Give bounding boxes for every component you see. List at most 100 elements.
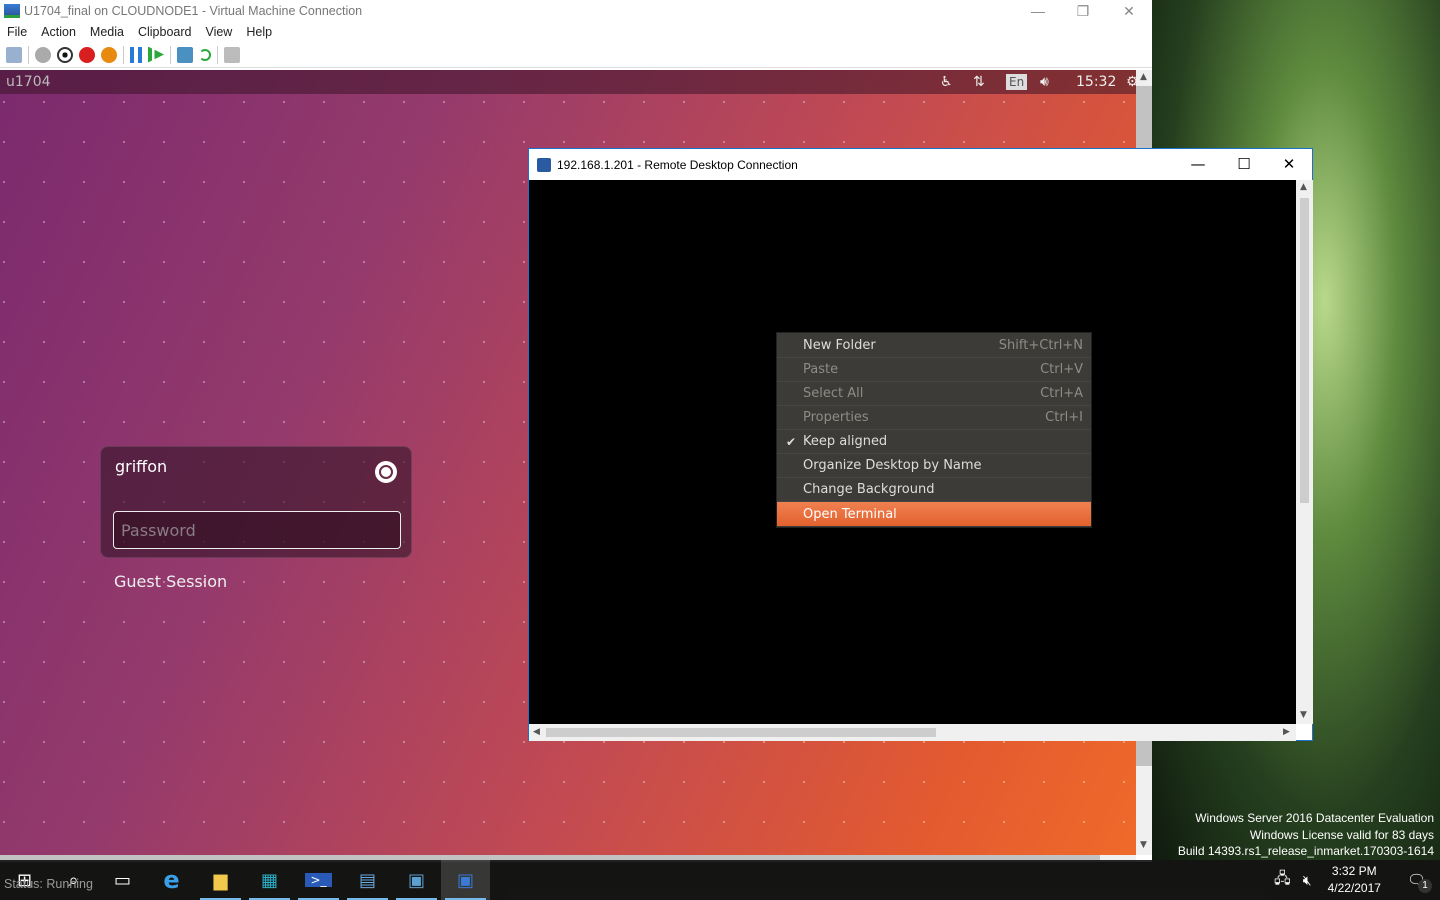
- remote-desktop-screen[interactable]: New Folder Shift+Ctrl+N Paste Ctrl+V Select …: [529, 180, 1296, 724]
- menu-view[interactable]: View: [198, 25, 239, 39]
- keyboard-layout[interactable]: En: [1006, 70, 1028, 94]
- keyboard-layout-label: En: [1006, 74, 1028, 90]
- power-gear-icon[interactable]: ⚙: [1126, 70, 1136, 94]
- context-menu-item[interactable]: Organize Desktop by Name: [777, 454, 1091, 478]
- minimize-button[interactable]: —: [1015, 0, 1061, 22]
- menu-media[interactable]: Media: [83, 25, 131, 39]
- vm-window-title: U1704_final on CLOUDNODE1 - Virtual Mach…: [24, 4, 363, 18]
- rdp-vertical-scrollbar[interactable]: ▲ ▼: [1296, 180, 1313, 724]
- vm-menu-bar: File Action Media Clipboard View Help: [0, 22, 1152, 42]
- divider: [123, 45, 124, 64]
- divider: [28, 45, 29, 64]
- start-icon[interactable]: [35, 46, 51, 63]
- revert-icon[interactable]: [199, 48, 211, 61]
- scrollbar-thumb[interactable]: [546, 728, 936, 737]
- internet-explorer-icon[interactable]: e: [147, 860, 196, 900]
- hostname: u1704: [6, 74, 51, 90]
- rdp-app-icon: [537, 157, 551, 172]
- menu-item-shortcut: Shift+Ctrl+N: [998, 338, 1083, 353]
- menu-item-label: Organize Desktop by Name: [803, 458, 982, 473]
- file-explorer-icon[interactable]: ▆: [196, 860, 245, 900]
- session-ubuntu-icon[interactable]: [375, 461, 397, 483]
- menu-action[interactable]: Action: [34, 25, 83, 39]
- menu-item-shortcut: Ctrl+I: [1045, 410, 1083, 425]
- server-manager-icon[interactable]: ▦: [245, 860, 294, 900]
- vm-connection-icon[interactable]: ▣: [392, 860, 441, 900]
- watermark-build: Build 14393.rs1_release_inmarket.170303-…: [1177, 844, 1434, 858]
- scroll-left-icon[interactable]: ◀: [533, 727, 540, 737]
- context-menu-item[interactable]: Paste Ctrl+V: [777, 358, 1091, 382]
- network-icon[interactable]: ⇅: [973, 70, 985, 94]
- notifications-icon[interactable]: 🗨︎ 1: [1393, 871, 1440, 893]
- menu-item-label: Paste: [803, 362, 839, 377]
- rdp-minimize-button[interactable]: —: [1175, 149, 1221, 180]
- context-menu-item[interactable]: Change Background: [777, 478, 1091, 502]
- menu-file[interactable]: File: [0, 25, 34, 39]
- scroll-up-icon[interactable]: ▲: [1300, 182, 1307, 192]
- start-button[interactable]: ⊞: [0, 860, 49, 900]
- menu-item-label: Change Background: [803, 482, 935, 497]
- password-input[interactable]: [113, 511, 401, 549]
- network-icon[interactable]: 🖧: [1266, 868, 1299, 893]
- powershell-icon[interactable]: >_: [294, 860, 343, 900]
- panel-clock[interactable]: 15:32: [1076, 70, 1116, 94]
- volume-icon[interactable]: 🔊︎: [1040, 70, 1049, 94]
- hyperv-manager-icon[interactable]: ▤: [343, 860, 392, 900]
- context-menu-item[interactable]: New Folder Shift+Ctrl+N: [777, 334, 1091, 358]
- rdp-close-button[interactable]: ✕: [1266, 149, 1312, 180]
- login-card: griffon: [100, 446, 412, 558]
- remote-desktop-window: 192.168.1.201 - Remote Desktop Connectio…: [528, 148, 1313, 741]
- taskbar-clock[interactable]: 3:32 PM 4/22/2017: [1316, 863, 1393, 897]
- restore-button[interactable]: ❐: [1060, 0, 1106, 22]
- notification-count: 1: [1418, 879, 1432, 893]
- pause-icon[interactable]: [130, 46, 142, 63]
- windows-watermark: Windows Server 2016 Datacenter Evaluatio…: [1178, 810, 1434, 860]
- checkmark-icon: ✔: [786, 434, 797, 449]
- menu-clipboard[interactable]: Clipboard: [131, 25, 199, 39]
- divider: [170, 45, 171, 64]
- remote-desktop-icon[interactable]: ▣: [441, 860, 490, 900]
- shutdown-icon[interactable]: [79, 46, 95, 63]
- menu-item-shortcut: Ctrl+A: [1040, 386, 1083, 401]
- username-label: griffon: [115, 457, 168, 476]
- save-icon[interactable]: [101, 46, 117, 63]
- context-menu-item[interactable]: Properties Ctrl+I: [777, 406, 1091, 430]
- scroll-up-icon[interactable]: ▲: [1140, 72, 1147, 82]
- ubuntu-top-panel: u1704: [0, 70, 1136, 94]
- accessibility-icon[interactable]: ♿: [940, 70, 953, 94]
- volume-muted-icon[interactable]: 🔇︎: [1299, 872, 1316, 889]
- menu-item-label: Open Terminal: [803, 506, 897, 522]
- vm-toolbar: [0, 42, 1152, 68]
- scrollbar-thumb[interactable]: [1300, 198, 1309, 503]
- menu-item-label: Properties: [803, 410, 869, 425]
- menu-help[interactable]: Help: [239, 25, 279, 39]
- context-menu-item[interactable]: Select All Ctrl+A: [777, 382, 1091, 406]
- rdp-window-title: 192.168.1.201 - Remote Desktop Connectio…: [557, 157, 798, 172]
- search-icon[interactable]: ⌕: [49, 860, 98, 900]
- system-tray: 🖧 🔇︎ 3:32 PM 4/22/2017 🗨︎ 1: [1266, 860, 1440, 900]
- resume-icon[interactable]: [148, 46, 164, 63]
- watermark-license: Windows License valid for 83 days: [1249, 827, 1434, 842]
- vm-app-icon: [4, 4, 20, 18]
- watermark-edition: Windows Server 2016 Datacenter Evaluatio…: [1195, 811, 1434, 825]
- context-menu-item[interactable]: Open Terminal: [777, 502, 1091, 526]
- context-menu-item[interactable]: ✔ Keep aligned: [777, 430, 1091, 454]
- rdp-maximize-button[interactable]: ☐: [1221, 149, 1267, 180]
- close-button[interactable]: ✕: [1106, 0, 1152, 22]
- task-view-icon[interactable]: ▭: [98, 860, 147, 900]
- menu-item-label: Keep aligned: [803, 434, 888, 449]
- ctrl-alt-del-icon[interactable]: [6, 46, 22, 63]
- checkpoint-icon[interactable]: [177, 46, 193, 63]
- enhanced-session-icon[interactable]: [224, 46, 240, 63]
- taskbar: ⊞ ⌕ ▭ e ▆ ▦ >_ ▤ ▣ ▣: [0, 860, 1440, 900]
- turn-off-icon[interactable]: [57, 46, 73, 63]
- scroll-down-icon[interactable]: ▼: [1300, 710, 1307, 720]
- menu-item-label: Select All: [803, 386, 864, 401]
- guest-session[interactable]: Guest Session: [114, 572, 227, 591]
- scroll-down-icon[interactable]: ▼: [1140, 840, 1147, 850]
- scroll-right-icon[interactable]: ▶: [1283, 727, 1290, 737]
- menu-item-label: New Folder: [803, 338, 876, 353]
- rdp-horizontal-scrollbar[interactable]: ◀ ▶: [529, 724, 1296, 741]
- desktop-context-menu: New Folder Shift+Ctrl+N Paste Ctrl+V Select …: [776, 332, 1092, 528]
- clock-time: 3:32 PM: [1331, 864, 1377, 878]
